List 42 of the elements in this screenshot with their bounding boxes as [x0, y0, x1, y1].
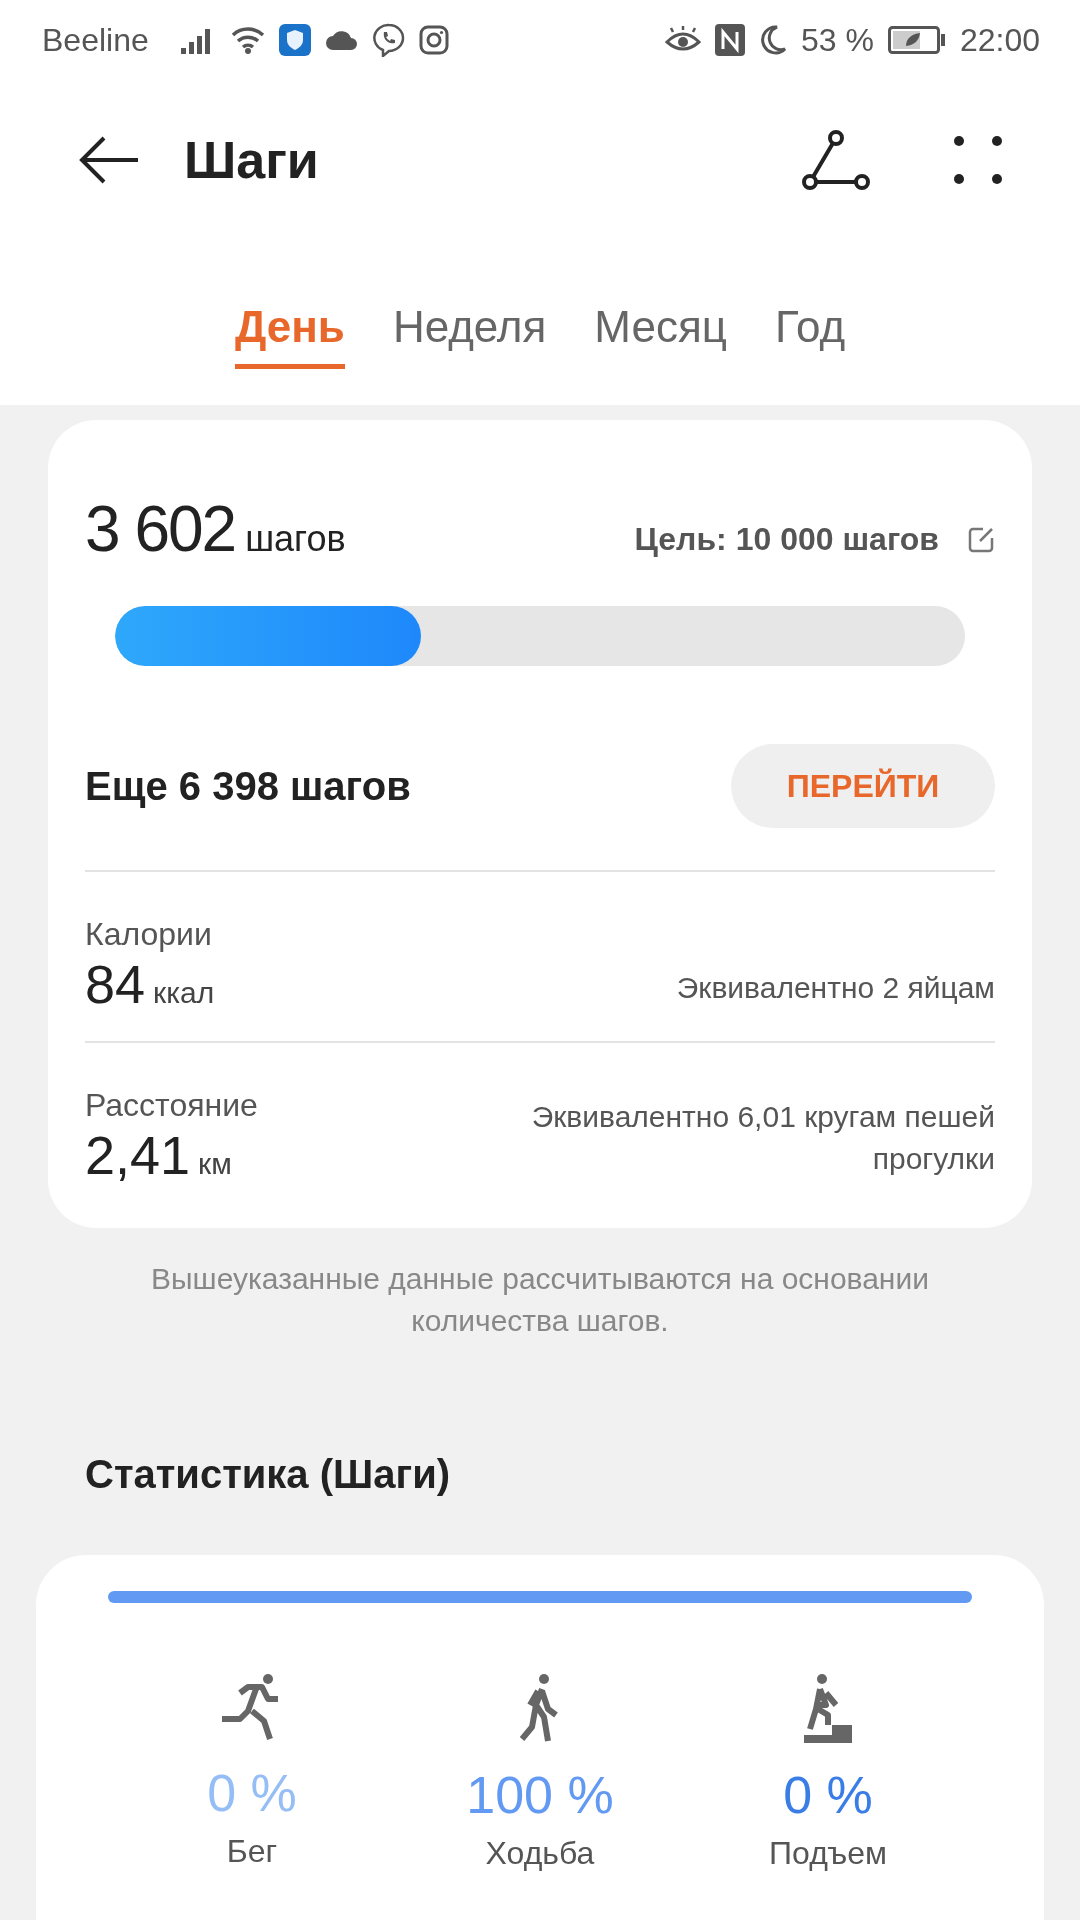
remaining-steps: Еще 6 398 шагов	[85, 763, 411, 809]
walking-person-icon	[520, 1673, 560, 1743]
metric-label: Расстояние	[85, 1087, 258, 1124]
shield-app-icon	[278, 24, 311, 56]
metric-unit: ккал	[153, 976, 215, 1009]
activity-percent: 100 %	[466, 1765, 614, 1825]
activity-percent: 0 %	[783, 1765, 873, 1825]
data-note: Вышеуказанные данные рассчитываются на основании количества шагов.	[150, 1261, 930, 1339]
goal-text: Цель: 10 000 шагов	[634, 521, 939, 558]
section-title: Статистика (Шаги)	[85, 1452, 452, 1497]
page-title: Шаги	[184, 130, 320, 190]
metric-label: Калории	[85, 916, 213, 953]
cloud-icon	[324, 29, 359, 51]
nfc-icon	[715, 24, 745, 56]
wifi-icon	[230, 26, 265, 54]
battery-icon	[887, 26, 946, 54]
period-tab[interactable]: Год	[775, 302, 846, 369]
stairs-climbing-icon	[802, 1673, 854, 1743]
period-tab[interactable]: День	[234, 302, 345, 369]
activity-label: Подъем	[769, 1835, 887, 1872]
carrier-name: Beeline	[42, 21, 149, 59]
period-tab[interactable]: Неделя	[392, 302, 547, 369]
activity-percent: 0 %	[207, 1763, 297, 1823]
phone-chat-icon	[372, 23, 405, 57]
back-arrow-icon[interactable]	[78, 136, 140, 184]
battery-percent: 53 %	[801, 21, 874, 59]
clock-time: 22:00	[959, 21, 1040, 59]
period-tab[interactable]: Месяц	[594, 302, 727, 369]
metric-value: 84	[85, 954, 146, 1014]
moon-icon	[759, 25, 787, 55]
metric-equivalent: Эквивалентно 2 яйцам	[676, 970, 995, 1006]
edit-icon[interactable]	[967, 525, 995, 554]
metric-unit: км	[198, 1147, 232, 1180]
steps-count: 3 602	[85, 493, 236, 565]
metric-value: 2,41	[85, 1125, 191, 1185]
activity-label: Бег	[226, 1833, 278, 1870]
activity-label: Ходьба	[485, 1835, 595, 1872]
more-options-icon[interactable]	[954, 136, 1002, 184]
camera-app-icon	[418, 25, 449, 55]
steps-unit: шагов	[245, 518, 346, 559]
route-nodes-icon[interactable]	[802, 130, 870, 190]
metric-equivalent: Эквивалентно 6,01 кругам пешей прогулки	[530, 1099, 995, 1177]
